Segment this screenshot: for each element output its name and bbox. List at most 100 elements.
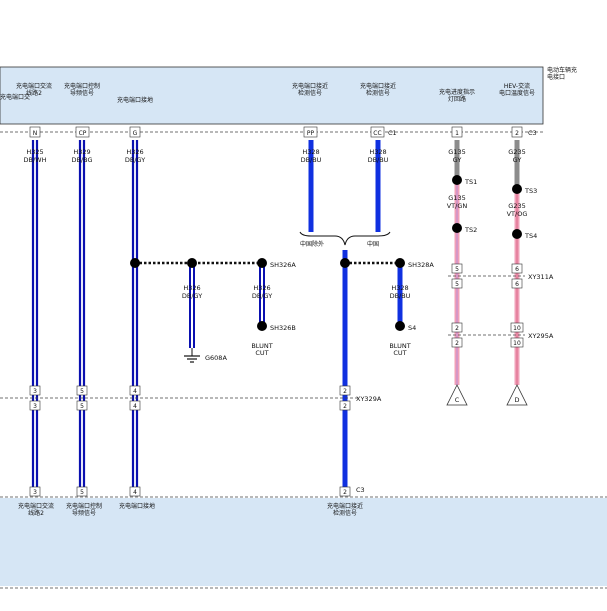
- pin-top-2: 2: [515, 130, 519, 137]
- pin-xy311a-bot-1: 6: [515, 281, 519, 288]
- wire-h326: [131, 140, 139, 492]
- wire-label-h329-color: DB/BG: [71, 156, 92, 164]
- wire-label-h329-circuit: H329: [73, 148, 90, 156]
- pin-xy295a-top-0: 2: [455, 325, 459, 332]
- pin-top-n: N: [33, 130, 38, 137]
- wire-label-h326g-color: DB/GY: [182, 292, 202, 300]
- pin-box-top-pp: PP: [303, 126, 318, 138]
- option-label-right: 中国: [367, 240, 379, 248]
- pin-box-bottom-4: 4: [129, 486, 141, 497]
- pin-box-xy295a-10-bot: 10: [510, 337, 524, 348]
- pin-xy329a-top-1: 5: [80, 388, 84, 395]
- pin-bottom-2: 4: [133, 489, 137, 496]
- wire-h325: [31, 140, 39, 492]
- wire-label-g235b-circuit: G235: [508, 202, 525, 210]
- wire-label-h326g-circuit: H326: [183, 284, 200, 292]
- pin-box-xy329a-2-top: 2: [339, 385, 351, 396]
- splice-dot-sh326b: [257, 321, 267, 331]
- continuation-c-icon: C: [446, 384, 468, 406]
- wire-label-h326b-color: DB/GY: [252, 292, 272, 300]
- module-label-7: HEV-交流电口温度信号: [499, 82, 535, 97]
- splice-label-ts4: TS4: [524, 232, 537, 240]
- pin-box-bottom-3: 3: [29, 486, 41, 497]
- pin-box-top-g: G: [129, 126, 141, 138]
- wire-label-g135b-circuit: G135: [448, 194, 465, 202]
- pin-xy295a-bot-1: 10: [513, 340, 521, 347]
- wire-label-g135-color: GY: [453, 156, 462, 164]
- pin-xy329a-bot-2: 4: [133, 403, 137, 410]
- pin-xy311a-bot-0: 5: [455, 281, 459, 288]
- splice-label-s4: S4: [408, 324, 416, 332]
- pin-box-bottom-5: 5: [76, 486, 88, 497]
- pin-xy295a-bot-0: 2: [455, 340, 459, 347]
- ground-icon: [184, 348, 200, 363]
- pin-xy329a-bot-1: 5: [80, 403, 84, 410]
- pin-top-1: 1: [455, 130, 459, 137]
- connector-label-c3-top: C3: [528, 129, 537, 137]
- pin-xy311a-top-0: 5: [455, 266, 459, 273]
- continuation-label-c: C: [455, 396, 460, 404]
- splice-label-ts1: TS1: [464, 178, 477, 186]
- pin-xy329a-top-0: 3: [33, 388, 37, 395]
- pin-box-xy295a-2-bot: 2: [451, 337, 463, 348]
- pin-box-xy295a-10-top: 10: [510, 322, 524, 333]
- splice-label-sh326a: SH326A: [270, 261, 296, 269]
- pin-xy329a-top-3: 2: [343, 388, 347, 395]
- pin-xy329a-bot-0: 3: [33, 403, 37, 410]
- splice-dot-s4: [395, 321, 405, 331]
- splice-label-ts2: TS2: [464, 226, 477, 234]
- pin-top-cc: CC: [373, 130, 381, 137]
- wire-label-g235b-color: VT/OG: [507, 210, 528, 218]
- pin-xy329a-bot-3: 2: [343, 403, 347, 410]
- pin-box-xy311a-6-bot: 6: [511, 278, 523, 289]
- continuation-label-d: D: [514, 396, 519, 404]
- splice-dot-ts4: [512, 229, 522, 239]
- wire-label-g135-circuit: G135: [448, 148, 465, 156]
- pin-box-xy329a-3-top: 3: [29, 385, 41, 396]
- option-label-left: 中国除外: [300, 240, 324, 248]
- pin-box-xy329a-5-top: 5: [76, 385, 88, 396]
- pin-box-top-1: 1: [451, 126, 463, 138]
- wire-label-h328b-circuit: H328: [369, 148, 386, 156]
- splice-dot-h326-main: [130, 258, 140, 268]
- splice-dot-h328-main: [340, 258, 350, 268]
- connector-label-xy295a: XY295A: [528, 332, 554, 340]
- connector-label-c3-bottom: C3: [356, 486, 365, 494]
- pin-xy295a-top-1: 10: [513, 325, 521, 332]
- diagram-canvas: 电动车辆充电接口 充电端口交 充电端口交流线路2 充电端口控制导频信号 充电端口…: [0, 66, 607, 589]
- wire-label-h325-circuit: H325: [26, 148, 43, 156]
- wire-h326-ground: [189, 263, 195, 348]
- pin-box-bottom-2: 2: [339, 486, 351, 497]
- splice-label-sh328a: SH328A: [408, 261, 434, 269]
- splice-dot-ts1: [452, 175, 462, 185]
- bluntcut-label-2: BLUNT CUT: [389, 342, 410, 357]
- splice-label-sh326b: SH326B: [270, 324, 296, 332]
- pin-box-xy329a-2-bot: 2: [339, 400, 351, 411]
- wire-label-h328a-circuit: H328: [302, 148, 319, 156]
- wire-h329: [78, 140, 86, 492]
- splice-dot-ts2: [452, 223, 462, 233]
- bottom-label-3: 充电端口接地: [119, 502, 155, 510]
- pin-box-xy329a-4-bot: 4: [129, 400, 141, 411]
- continuation-d-icon: D: [506, 384, 528, 406]
- ground-label: G608A: [205, 354, 227, 362]
- wire-label-h326-circuit: H326: [126, 148, 143, 156]
- wiring-diagram: 电动车辆充电接口 充电端口交 充电端口交流线路2 充电端口控制导频信号 充电端口…: [0, 0, 607, 607]
- pin-box-xy329a-3-bot: 3: [29, 400, 41, 411]
- wire-label-g235-circuit: G235: [508, 148, 525, 156]
- pin-xy311a-top-1: 6: [515, 266, 519, 273]
- pin-bottom-3: 2: [343, 489, 347, 496]
- pin-top-pp: PP: [307, 130, 315, 137]
- connector-label-c1: C1: [388, 129, 397, 137]
- wire-label-h328c-circuit: H328: [391, 284, 408, 292]
- bluntcut-label-1: BLUNT CUT: [251, 342, 272, 357]
- splice-dot-h326-ground: [187, 258, 197, 268]
- pin-box-xy329a-4-top: 4: [129, 385, 141, 396]
- wire-label-g135b-color: VT/GN: [447, 202, 468, 210]
- pin-box-xy311a-5-top: 5: [451, 263, 463, 274]
- splice-dot-sh326a: [257, 258, 267, 268]
- wire-label-h328a-color: DB/BU: [301, 156, 322, 164]
- pin-top-g: G: [133, 130, 138, 137]
- splice-dot-ts3: [512, 184, 522, 194]
- pin-bottom-1: 5: [80, 489, 84, 496]
